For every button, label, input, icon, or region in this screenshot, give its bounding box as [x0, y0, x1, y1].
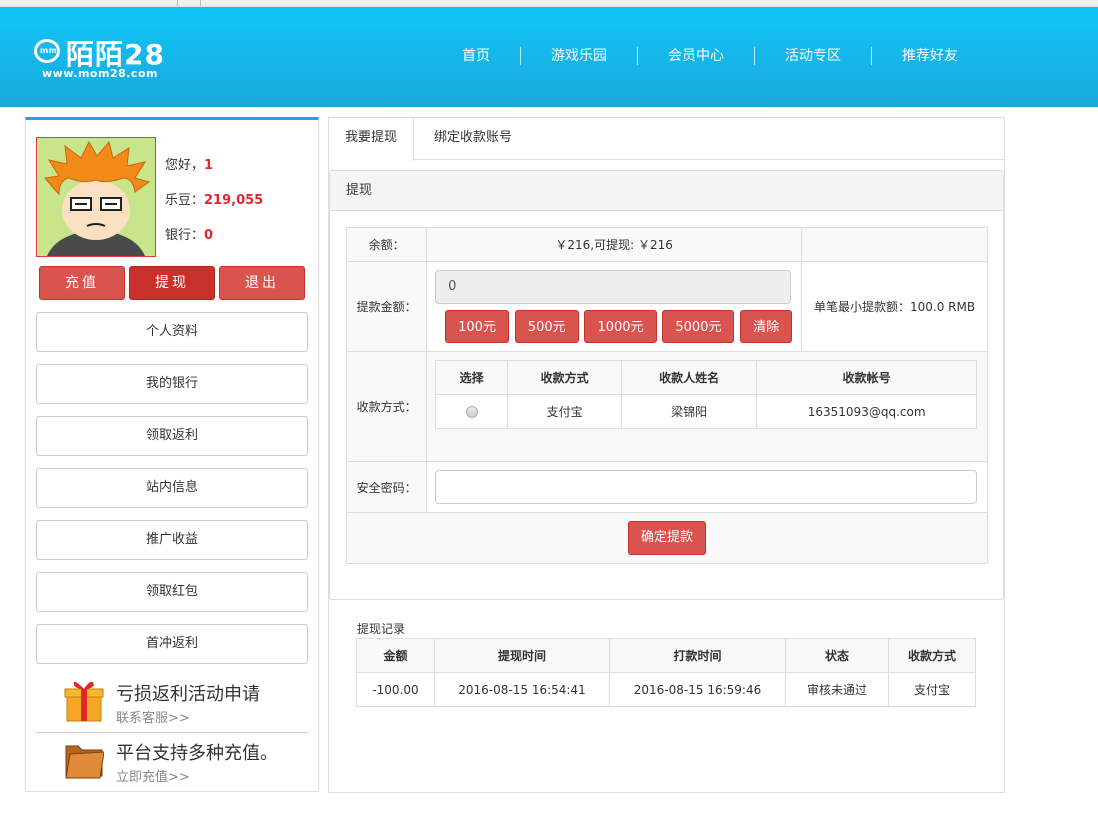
nav-games[interactable]: 游戏乐园	[521, 47, 638, 65]
quick-amounts: 100元 500元 1000元 5000元 清除	[435, 310, 801, 343]
user-sidebar: 您好，1 乐豆：219,055 银行：0 充值 提现 退出 个人资料 我的银行 …	[25, 117, 319, 792]
col-select: 选择	[435, 360, 509, 395]
nav-activities[interactable]: 活动专区	[755, 47, 872, 65]
balance-extra	[801, 227, 988, 262]
password-label: 安全密码：	[345, 461, 428, 513]
record-method: 支付宝	[888, 672, 976, 707]
username: 1	[204, 158, 214, 173]
withdraw-form: 余额： ￥216,可提现: ￥216 提款金额： 0 100元 500元 100…	[345, 227, 988, 564]
balance-value: ￥216,可提现: ￥216	[426, 227, 803, 262]
account-actions: 充值 提现 退出	[39, 266, 305, 300]
confirm-cell: 确定提款	[346, 512, 988, 564]
folder-icon	[65, 745, 104, 779]
nav-refer-friends[interactable]: 推荐好友	[872, 47, 988, 65]
min-withdraw-note: 单笔最小提款额：100.0 RMB	[801, 261, 988, 352]
gift-icon	[64, 681, 104, 722]
site-header: mm 陌陌28 www.mom28.com 首页 游戏乐园 会员中心 活动专区 …	[0, 7, 1098, 107]
promo-loss-rebate[interactable]: 亏损返利活动申请 联系客服>>	[36, 675, 308, 731]
menu-messages[interactable]: 站内信息	[36, 468, 308, 508]
menu-my-bank[interactable]: 我的银行	[36, 364, 308, 404]
promo-recharge[interactable]: 平台支持多种充值。 立即充值>>	[36, 734, 308, 790]
col-amount: 金额	[356, 638, 435, 673]
main-nav: 首页 游戏乐园 会员中心 活动专区 推荐好友	[440, 47, 988, 65]
amount-cell: 0 100元 500元 1000元 5000元 清除	[426, 261, 803, 352]
record-status: 审核未通过	[785, 672, 889, 707]
beans-value: 219,055	[204, 193, 264, 208]
promo-divider	[36, 732, 308, 733]
record-withdraw-time: 2016-08-15 16:54:41	[434, 672, 610, 707]
menu-promo-earnings[interactable]: 推广收益	[36, 520, 308, 560]
table-row: 支付宝 梁锦阳 16351093@qq.com	[435, 394, 978, 429]
amount-input[interactable]: 0	[435, 270, 792, 304]
logout-button[interactable]: 退出	[219, 266, 305, 300]
bank-value: 0	[204, 228, 214, 243]
browser-top-strip	[0, 0, 1098, 7]
payee-name-value: 梁锦阳	[621, 394, 758, 429]
method-cell: 选择 收款方式 收款人姓名 收款帐号 支付宝 梁锦阳 16351093@qq.c…	[426, 351, 988, 462]
amount-100-button[interactable]: 100元	[445, 310, 509, 343]
select-cell	[435, 394, 509, 429]
panel-title: 提现	[330, 171, 1003, 211]
bank-balance: 银行：0	[165, 224, 213, 243]
nav-home[interactable]: 首页	[440, 47, 521, 65]
col-status: 状态	[785, 638, 889, 673]
confirm-withdraw-button[interactable]: 确定提款	[627, 521, 706, 555]
site-logo[interactable]: mm 陌陌28 www.mom28.com	[34, 35, 184, 85]
promo-title: 平台支持多种充值。	[116, 743, 278, 764]
promo-title: 亏损返利活动申请	[116, 684, 260, 705]
balance-label: 余额：	[345, 227, 428, 262]
avatar-image	[37, 138, 155, 256]
withdraw-records-table: 金额 提现时间 打款时间 状态 收款方式 -100.00 2016-08-15 …	[356, 638, 976, 707]
strip-divider	[200, 0, 201, 6]
nav-member-center[interactable]: 会员中心	[638, 47, 755, 65]
method-radio[interactable]	[465, 406, 478, 418]
method-label: 收款方式：	[345, 351, 428, 462]
menu-rebate[interactable]: 领取返利	[36, 416, 308, 456]
col-payout-time: 打款时间	[609, 638, 786, 673]
col-payout-method: 收款方式	[888, 638, 976, 673]
menu-profile[interactable]: 个人资料	[36, 312, 308, 352]
tab-withdraw[interactable]: 我要提现	[329, 118, 415, 161]
recharge-now-link[interactable]: 立即充值>>	[116, 766, 190, 785]
tab-bar: 我要提现 绑定收款账号	[329, 118, 1004, 161]
avatar	[36, 137, 156, 257]
records-title: 提现记录	[357, 622, 406, 636]
record-amount: -100.00	[356, 672, 435, 707]
col-payee-name: 收款人姓名	[621, 360, 758, 395]
amount-500-button[interactable]: 500元	[514, 310, 579, 343]
withdraw-button[interactable]: 提现	[129, 266, 215, 300]
menu-first-deposit-rebate[interactable]: 首冲返利	[36, 624, 308, 664]
menu-red-envelope[interactable]: 领取红包	[36, 572, 308, 612]
recharge-button[interactable]: 充值	[39, 266, 125, 300]
main-content: 我要提现 绑定收款账号 提现 余额： ￥216,可提现: ￥216 提款金额： …	[328, 117, 1005, 793]
strip-divider	[177, 0, 178, 6]
col-account: 收款帐号	[756, 360, 978, 395]
beans-balance: 乐豆：219,055	[165, 189, 263, 208]
col-method: 收款方式	[507, 360, 623, 395]
payment-method-table: 选择 收款方式 收款人姓名 收款帐号 支付宝 梁锦阳 16351093@qq.c…	[435, 360, 978, 429]
col-withdraw-time: 提现时间	[434, 638, 610, 673]
tab-bind-account[interactable]: 绑定收款账号	[418, 118, 528, 160]
greeting: 您好，1	[165, 154, 213, 173]
clear-button[interactable]: 清除	[740, 310, 793, 343]
method-value: 支付宝	[507, 394, 623, 429]
security-password-input[interactable]	[435, 470, 978, 504]
amount-label: 提款金额：	[345, 261, 428, 352]
greeting-label: 您好，	[165, 158, 205, 173]
amount-1000-button[interactable]: 1000元	[584, 310, 657, 343]
password-cell	[426, 461, 988, 513]
withdraw-panel: 提现 余额： ￥216,可提现: ￥216 提款金额： 0 100元 500元 …	[329, 170, 1004, 600]
table-row: -100.00 2016-08-15 16:54:41 2016-08-15 1…	[356, 672, 976, 707]
record-payout-time: 2016-08-15 16:59:46	[609, 672, 786, 707]
logo-badge: mm	[40, 46, 57, 55]
beans-label: 乐豆：	[165, 193, 205, 208]
amount-5000-button[interactable]: 5000元	[662, 310, 735, 343]
account-value: 16351093@qq.com	[756, 394, 978, 429]
bank-label: 银行：	[165, 228, 205, 243]
logo-url: www.mom28.com	[42, 67, 158, 80]
contact-service-link[interactable]: 联系客服>>	[116, 707, 190, 726]
logo-bubble-icon: mm	[34, 39, 60, 63]
